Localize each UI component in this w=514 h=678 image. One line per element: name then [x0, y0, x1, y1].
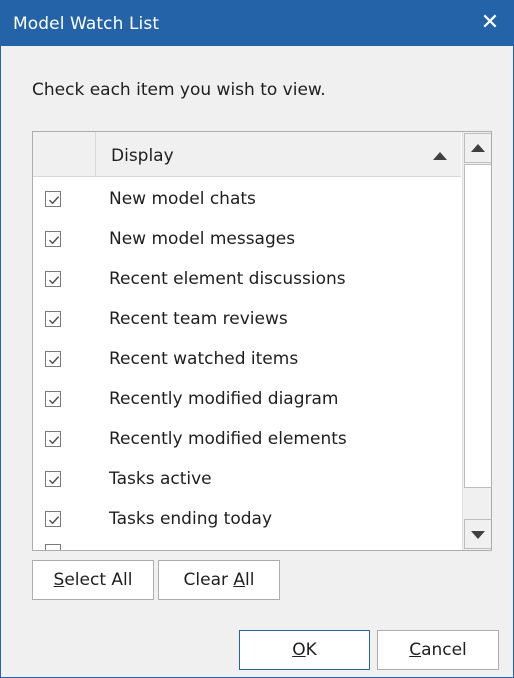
list-header: Display: [33, 132, 461, 177]
cancel-label: ancel: [421, 640, 467, 660]
checkmark-icon: [49, 516, 60, 525]
item-checkbox[interactable]: [45, 544, 61, 550]
arrow-down-icon: [471, 531, 485, 539]
checkmark-icon: [49, 276, 60, 285]
item-label: New model chats: [109, 189, 256, 209]
list-item-partial[interactable]: [33, 540, 461, 550]
scroll-down-button[interactable]: [464, 519, 491, 549]
item-checkbox[interactable]: [45, 471, 61, 487]
checkmark-icon: [49, 396, 60, 405]
item-label: Recent team reviews: [109, 309, 288, 329]
list-item[interactable]: Recently modified elements: [33, 420, 461, 460]
item-label: Tasks ending today: [109, 509, 273, 529]
close-icon[interactable]: ✕: [473, 8, 507, 38]
ok-mnemonic: O: [292, 640, 306, 660]
list-item[interactable]: New model chats: [33, 180, 461, 220]
checkmark-icon: [49, 236, 60, 245]
list-item[interactable]: Tasks ending today: [33, 500, 461, 540]
list-item[interactable]: Recent watched items: [33, 340, 461, 380]
scroll-thumb[interactable]: [464, 164, 491, 488]
ok-button[interactable]: OK: [239, 630, 370, 670]
instruction-text: Check each item you wish to view.: [32, 80, 326, 100]
list-rows: New model chats New model messages Recent …: [33, 180, 461, 550]
title-bar[interactable]: Model Watch List ✕: [1, 0, 514, 46]
sort-ascending-icon: [433, 152, 447, 160]
column-separator: [95, 132, 96, 176]
clear-all-prefix: Clear: [183, 570, 234, 590]
item-checkbox[interactable]: [45, 351, 61, 367]
list-item[interactable]: Recent team reviews: [33, 300, 461, 340]
clear-all-button[interactable]: Clear All: [158, 560, 280, 600]
checkmark-icon: [49, 476, 60, 485]
list-item[interactable]: New model messages: [33, 220, 461, 260]
clear-all-label: ll: [245, 570, 255, 590]
select-all-mnemonic: S: [53, 570, 65, 590]
checkmark-icon: [49, 436, 60, 445]
clear-all-mnemonic: A: [233, 570, 246, 590]
item-label: Recently modified diagram: [109, 389, 339, 409]
column-header-display[interactable]: Display: [111, 146, 174, 166]
item-checkbox[interactable]: [45, 391, 61, 407]
item-checkbox[interactable]: [45, 191, 61, 207]
item-checkbox[interactable]: [45, 511, 61, 527]
scroll-up-button[interactable]: [464, 133, 491, 163]
checkmark-icon: [49, 316, 60, 325]
item-checkbox[interactable]: [45, 231, 61, 247]
item-checkbox[interactable]: [45, 431, 61, 447]
model-watch-list-dialog: Model Watch List ✕ Check each item you w…: [0, 0, 514, 678]
item-checkbox[interactable]: [45, 271, 61, 287]
list-item[interactable]: Tasks active: [33, 460, 461, 500]
ok-label: K: [305, 640, 317, 660]
checkmark-icon: [49, 356, 60, 365]
item-label: Tasks active: [109, 469, 212, 489]
select-all-label: elect All: [64, 570, 133, 590]
item-label: Recent watched items: [109, 349, 299, 369]
window-title: Model Watch List: [13, 14, 160, 34]
cancel-mnemonic: C: [409, 640, 422, 660]
select-all-button[interactable]: Select All: [32, 560, 154, 600]
list-item[interactable]: Recently modified diagram: [33, 380, 461, 420]
list-item[interactable]: Recent element discussions: [33, 260, 461, 300]
watch-item-list: Display New model chats New model message…: [32, 131, 492, 551]
checkmark-icon: [49, 196, 60, 205]
cancel-button[interactable]: Cancel: [377, 630, 499, 670]
item-label: Recently modified elements: [109, 429, 347, 449]
vertical-scrollbar[interactable]: [462, 132, 491, 550]
arrow-up-icon: [471, 144, 485, 152]
item-label: Recent element discussions: [109, 269, 346, 289]
item-checkbox[interactable]: [45, 311, 61, 327]
item-label: New model messages: [109, 229, 296, 249]
